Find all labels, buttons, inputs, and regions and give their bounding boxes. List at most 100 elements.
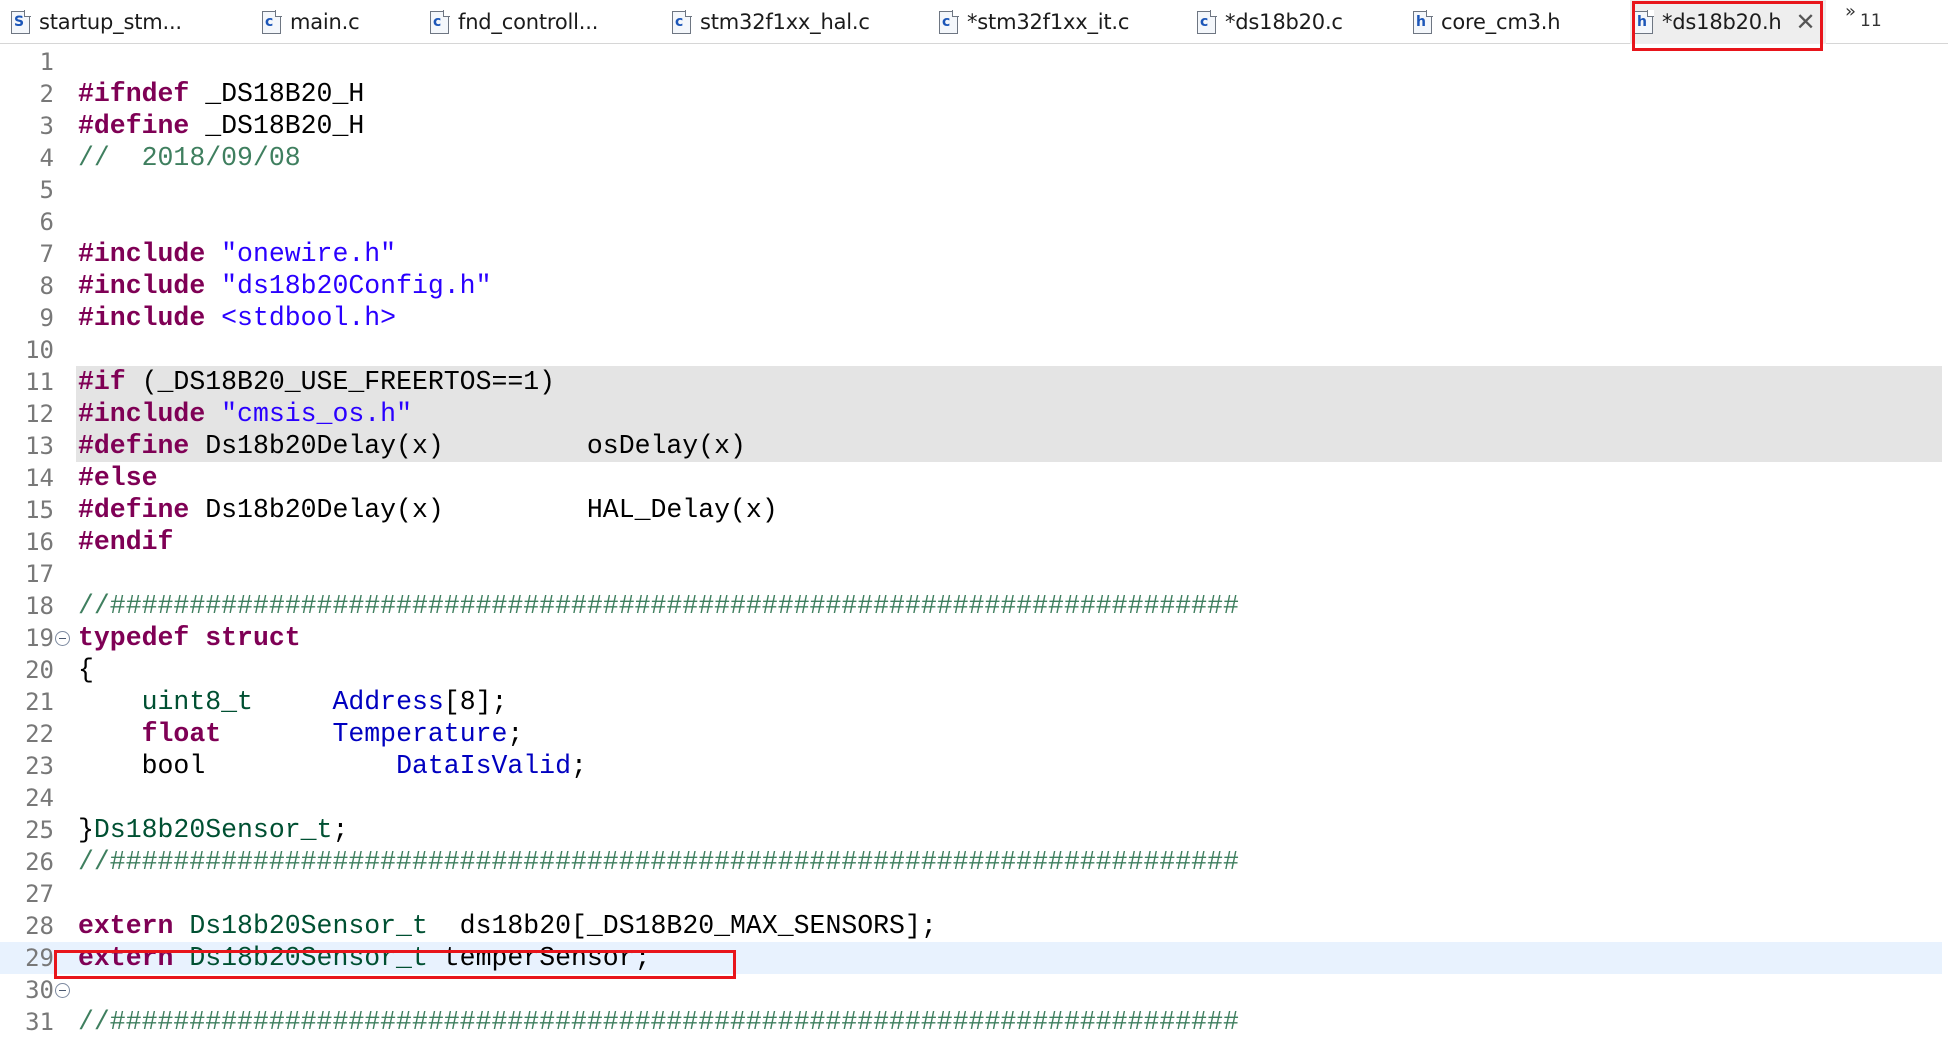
- code-token: ;: [507, 719, 524, 749]
- c-file-icon: c: [672, 10, 692, 34]
- code-token: ;: [571, 751, 587, 781]
- code-line[interactable]: 19 typedef struct: [0, 622, 1948, 654]
- tab-label: main.c: [290, 10, 360, 34]
- code-line[interactable]: 18 //####################################…: [0, 590, 1948, 622]
- line-number: 10: [25, 336, 54, 364]
- tab-stm32f1xx-it-c[interactable]: c *stm32f1xx_it.c: [939, 0, 1189, 44]
- line-number: 18: [25, 592, 54, 620]
- code-token: #include: [78, 271, 206, 301]
- collapse-icon[interactable]: [55, 631, 70, 646]
- code-editor[interactable]: 1 2 #ifndef _DS18B20_H 3 #define _DS18B20_H 4…: [0, 44, 1948, 1038]
- code-line[interactable]: 6: [0, 206, 1948, 238]
- code-line[interactable]: 20 {: [0, 654, 1948, 686]
- code-token: Ds18b20Sensor_t: [93, 815, 333, 845]
- code-line[interactable]: 25}Ds18b20Sensor_t;: [0, 814, 1948, 846]
- code-line[interactable]: 30: [0, 974, 1948, 1006]
- code-token: "ds18b20Config.h": [221, 271, 492, 301]
- code-text: //######################################…: [78, 846, 1239, 878]
- line-number: 13: [25, 432, 54, 460]
- code-token: #if: [78, 367, 126, 397]
- code-line[interactable]: 7 #include "onewire.h": [0, 238, 1948, 270]
- code-line[interactable]: 31 //####################################…: [0, 1006, 1948, 1038]
- code-line[interactable]: 9 #include <stdbool.h>: [0, 302, 1948, 334]
- code-token: //######################################…: [78, 1007, 1239, 1037]
- code-line[interactable]: 8 #include "ds18b20Config.h": [0, 270, 1948, 302]
- code-line[interactable]: 15 #define Ds18b20Delay(x) HAL_Delay(x): [0, 494, 1948, 526]
- code-text: #if (_DS18B20_USE_FREERTOS==1): [78, 366, 555, 398]
- tab-label: *ds18b20.h: [1662, 10, 1782, 34]
- line-number: 17: [25, 560, 54, 588]
- code-line[interactable]: 29 extern Ds18b20Sensor_t temperSensor;: [0, 942, 1948, 974]
- code-token: #else: [78, 463, 158, 493]
- code-line[interactable]: 28 extern Ds18b20Sensor_t ds18b20[_DS18B2…: [0, 910, 1948, 942]
- code-line[interactable]: 2 #ifndef _DS18B20_H: [0, 78, 1948, 110]
- code-line[interactable]: 1: [0, 46, 1948, 78]
- tab-main-c[interactable]: c main.c: [262, 0, 412, 44]
- code-token: //######################################…: [78, 591, 1239, 621]
- line-number: 23: [25, 752, 54, 780]
- code-line[interactable]: 4 // 2018/09/08: [0, 142, 1948, 174]
- code-token: // 2018/09/08: [78, 143, 301, 173]
- code-token: float: [141, 719, 222, 749]
- code-token: typedef: [78, 623, 190, 653]
- code-token: #define: [78, 431, 190, 461]
- tab-core-cm3-h[interactable]: h core_cm3.h: [1413, 0, 1603, 44]
- code-line[interactable]: 12 #include "cmsis_os.h": [0, 398, 1948, 430]
- code-token: }: [78, 815, 94, 845]
- code-token: #define: [78, 111, 190, 141]
- code-line[interactable]: 24: [0, 782, 1948, 814]
- code-line[interactable]: 27: [0, 878, 1948, 910]
- code-line[interactable]: 21 uint8_t Address[8];: [0, 686, 1948, 718]
- tab-startup-stm[interactable]: S startup_stm...: [11, 0, 251, 44]
- code-text: bool DataIsValid;: [78, 750, 587, 782]
- code-token: DataIsValid: [396, 751, 571, 781]
- overflow-chevron-icon[interactable]: »: [1845, 1, 1856, 22]
- code-line[interactable]: 14 #else: [0, 462, 1948, 494]
- code-token: ds18b20[_DS18B20_MAX_SENSORS];: [427, 911, 937, 941]
- code-line[interactable]: 11 #if (_DS18B20_USE_FREERTOS==1): [0, 366, 1948, 398]
- code-text: #define Ds18b20Delay(x) HAL_Delay(x): [78, 494, 778, 526]
- code-text: #include "cmsis_os.h": [78, 398, 412, 430]
- tab-ds18b20-h[interactable]: h *ds18b20.h ✕: [1630, 0, 1826, 44]
- code-line[interactable]: 23 bool DataIsValid;: [0, 750, 1948, 782]
- line-number: 31: [25, 1008, 54, 1036]
- code-token: Ds18b20Delay(x) HAL_Delay(x): [189, 495, 778, 525]
- code-text: uint8_t Address[8];: [78, 686, 508, 718]
- code-token: ;: [332, 815, 349, 845]
- line-number: 22: [25, 720, 54, 748]
- collapse-icon[interactable]: [55, 983, 70, 998]
- code-line[interactable]: 16 #endif: [0, 526, 1948, 558]
- code-text: #endif: [78, 526, 173, 558]
- line-number: 2: [39, 80, 54, 108]
- code-text: #ifndef _DS18B20_H: [78, 78, 364, 110]
- code-line[interactable]: 17: [0, 558, 1948, 590]
- tab-label: stm32f1xx_hal.c: [700, 10, 870, 34]
- tab-label: core_cm3.h: [1441, 10, 1561, 34]
- line-number: 1: [39, 48, 54, 76]
- code-line[interactable]: 26 //####################################…: [0, 846, 1948, 878]
- c-file-icon: c: [430, 10, 450, 34]
- tab-fnd-controller[interactable]: c fnd_controll...: [430, 0, 650, 44]
- tab-label: *stm32f1xx_it.c: [967, 10, 1130, 34]
- close-icon[interactable]: ✕: [1796, 10, 1816, 34]
- code-line[interactable]: 5: [0, 174, 1948, 206]
- tab-stm32f1xx-hal-c[interactable]: c stm32f1xx_hal.c: [672, 0, 912, 44]
- tab-ds18b20-c[interactable]: c *ds18b20.c: [1197, 0, 1387, 44]
- code-line[interactable]: 13 #define Ds18b20Delay(x) osDelay(x): [0, 430, 1948, 462]
- overflow-tab-count[interactable]: 11: [1860, 11, 1882, 31]
- code-token: #endif: [78, 527, 174, 557]
- line-number: 28: [25, 912, 54, 940]
- line-number: 19: [25, 624, 54, 652]
- code-token: _DS18B20_H: [189, 79, 365, 109]
- code-line[interactable]: 10: [0, 334, 1948, 366]
- code-line[interactable]: 22 float Temperature;: [0, 718, 1948, 750]
- code-line[interactable]: 3 #define _DS18B20_H: [0, 110, 1948, 142]
- code-token: (_DS18B20_USE_FREERTOS==1): [125, 367, 556, 397]
- code-text: //######################################…: [78, 590, 1239, 622]
- code-text: #else: [78, 462, 158, 494]
- line-number: 15: [25, 496, 54, 524]
